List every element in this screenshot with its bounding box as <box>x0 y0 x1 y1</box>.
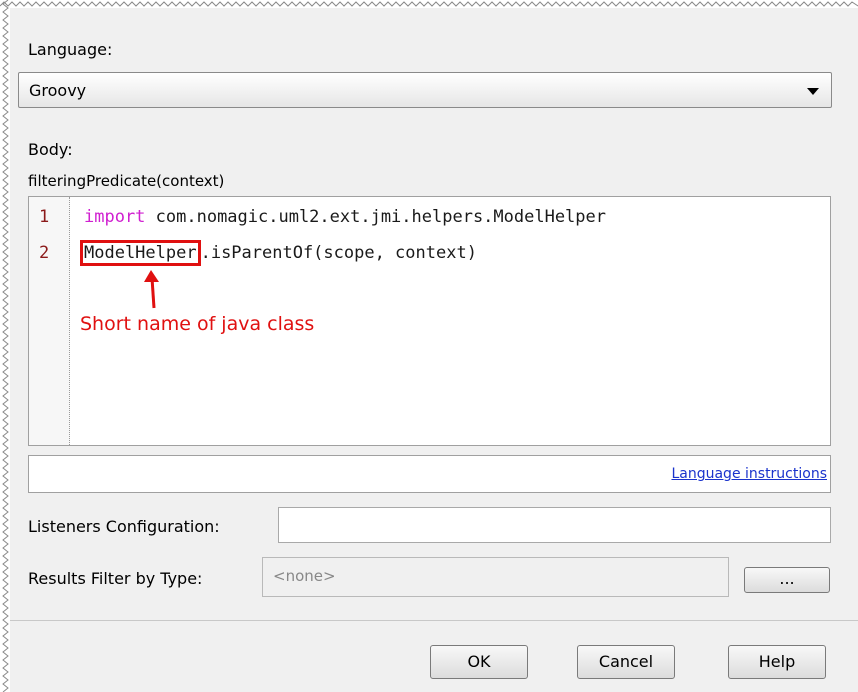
torn-edge-left <box>2 0 9 692</box>
help-button[interactable]: Help <box>728 645 826 679</box>
language-select[interactable]: Groovy <box>18 72 832 108</box>
code-line[interactable]: import com.nomagic.uml2.ext.jmi.helpers.… <box>84 207 606 227</box>
language-instructions-link[interactable]: Language instructions <box>671 466 827 482</box>
code-text: com.nomagic.uml2.ext.jmi.helpers.ModelHe… <box>145 207 606 227</box>
ok-button[interactable]: OK <box>430 645 528 679</box>
line-number-gutter <box>29 197 70 445</box>
language-label: Language: <box>28 40 113 59</box>
results-filter-field: <none> <box>262 557 729 597</box>
body-label: Body: <box>28 140 73 159</box>
code-line[interactable]: ModelHelper .isParentOf(scope, context) <box>80 240 477 266</box>
chevron-down-icon[interactable] <box>807 88 819 95</box>
line-number: 1 <box>39 207 50 227</box>
body-signature: filteringPredicate(context) <box>28 172 225 190</box>
browse-button[interactable]: ... <box>744 567 830 593</box>
instructions-panel: Language instructions <box>28 455 831 493</box>
cancel-button[interactable]: Cancel <box>577 645 675 679</box>
highlighted-class-name: ModelHelper <box>80 240 201 266</box>
import-keyword: import <box>84 207 146 227</box>
listeners-label: Listeners Configuration: <box>28 517 220 536</box>
code-text: .isParentOf(scope, context) <box>200 243 477 263</box>
language-selected-value: Groovy <box>29 81 87 100</box>
annotation-text: Short name of java class <box>80 313 315 335</box>
annotation-arrow-icon <box>144 270 159 309</box>
listeners-input[interactable] <box>278 507 831 543</box>
results-filter-value: <none> <box>273 567 336 585</box>
results-filter-label: Results Filter by Type: <box>28 569 203 588</box>
line-number: 2 <box>39 243 50 263</box>
divider <box>10 620 858 621</box>
